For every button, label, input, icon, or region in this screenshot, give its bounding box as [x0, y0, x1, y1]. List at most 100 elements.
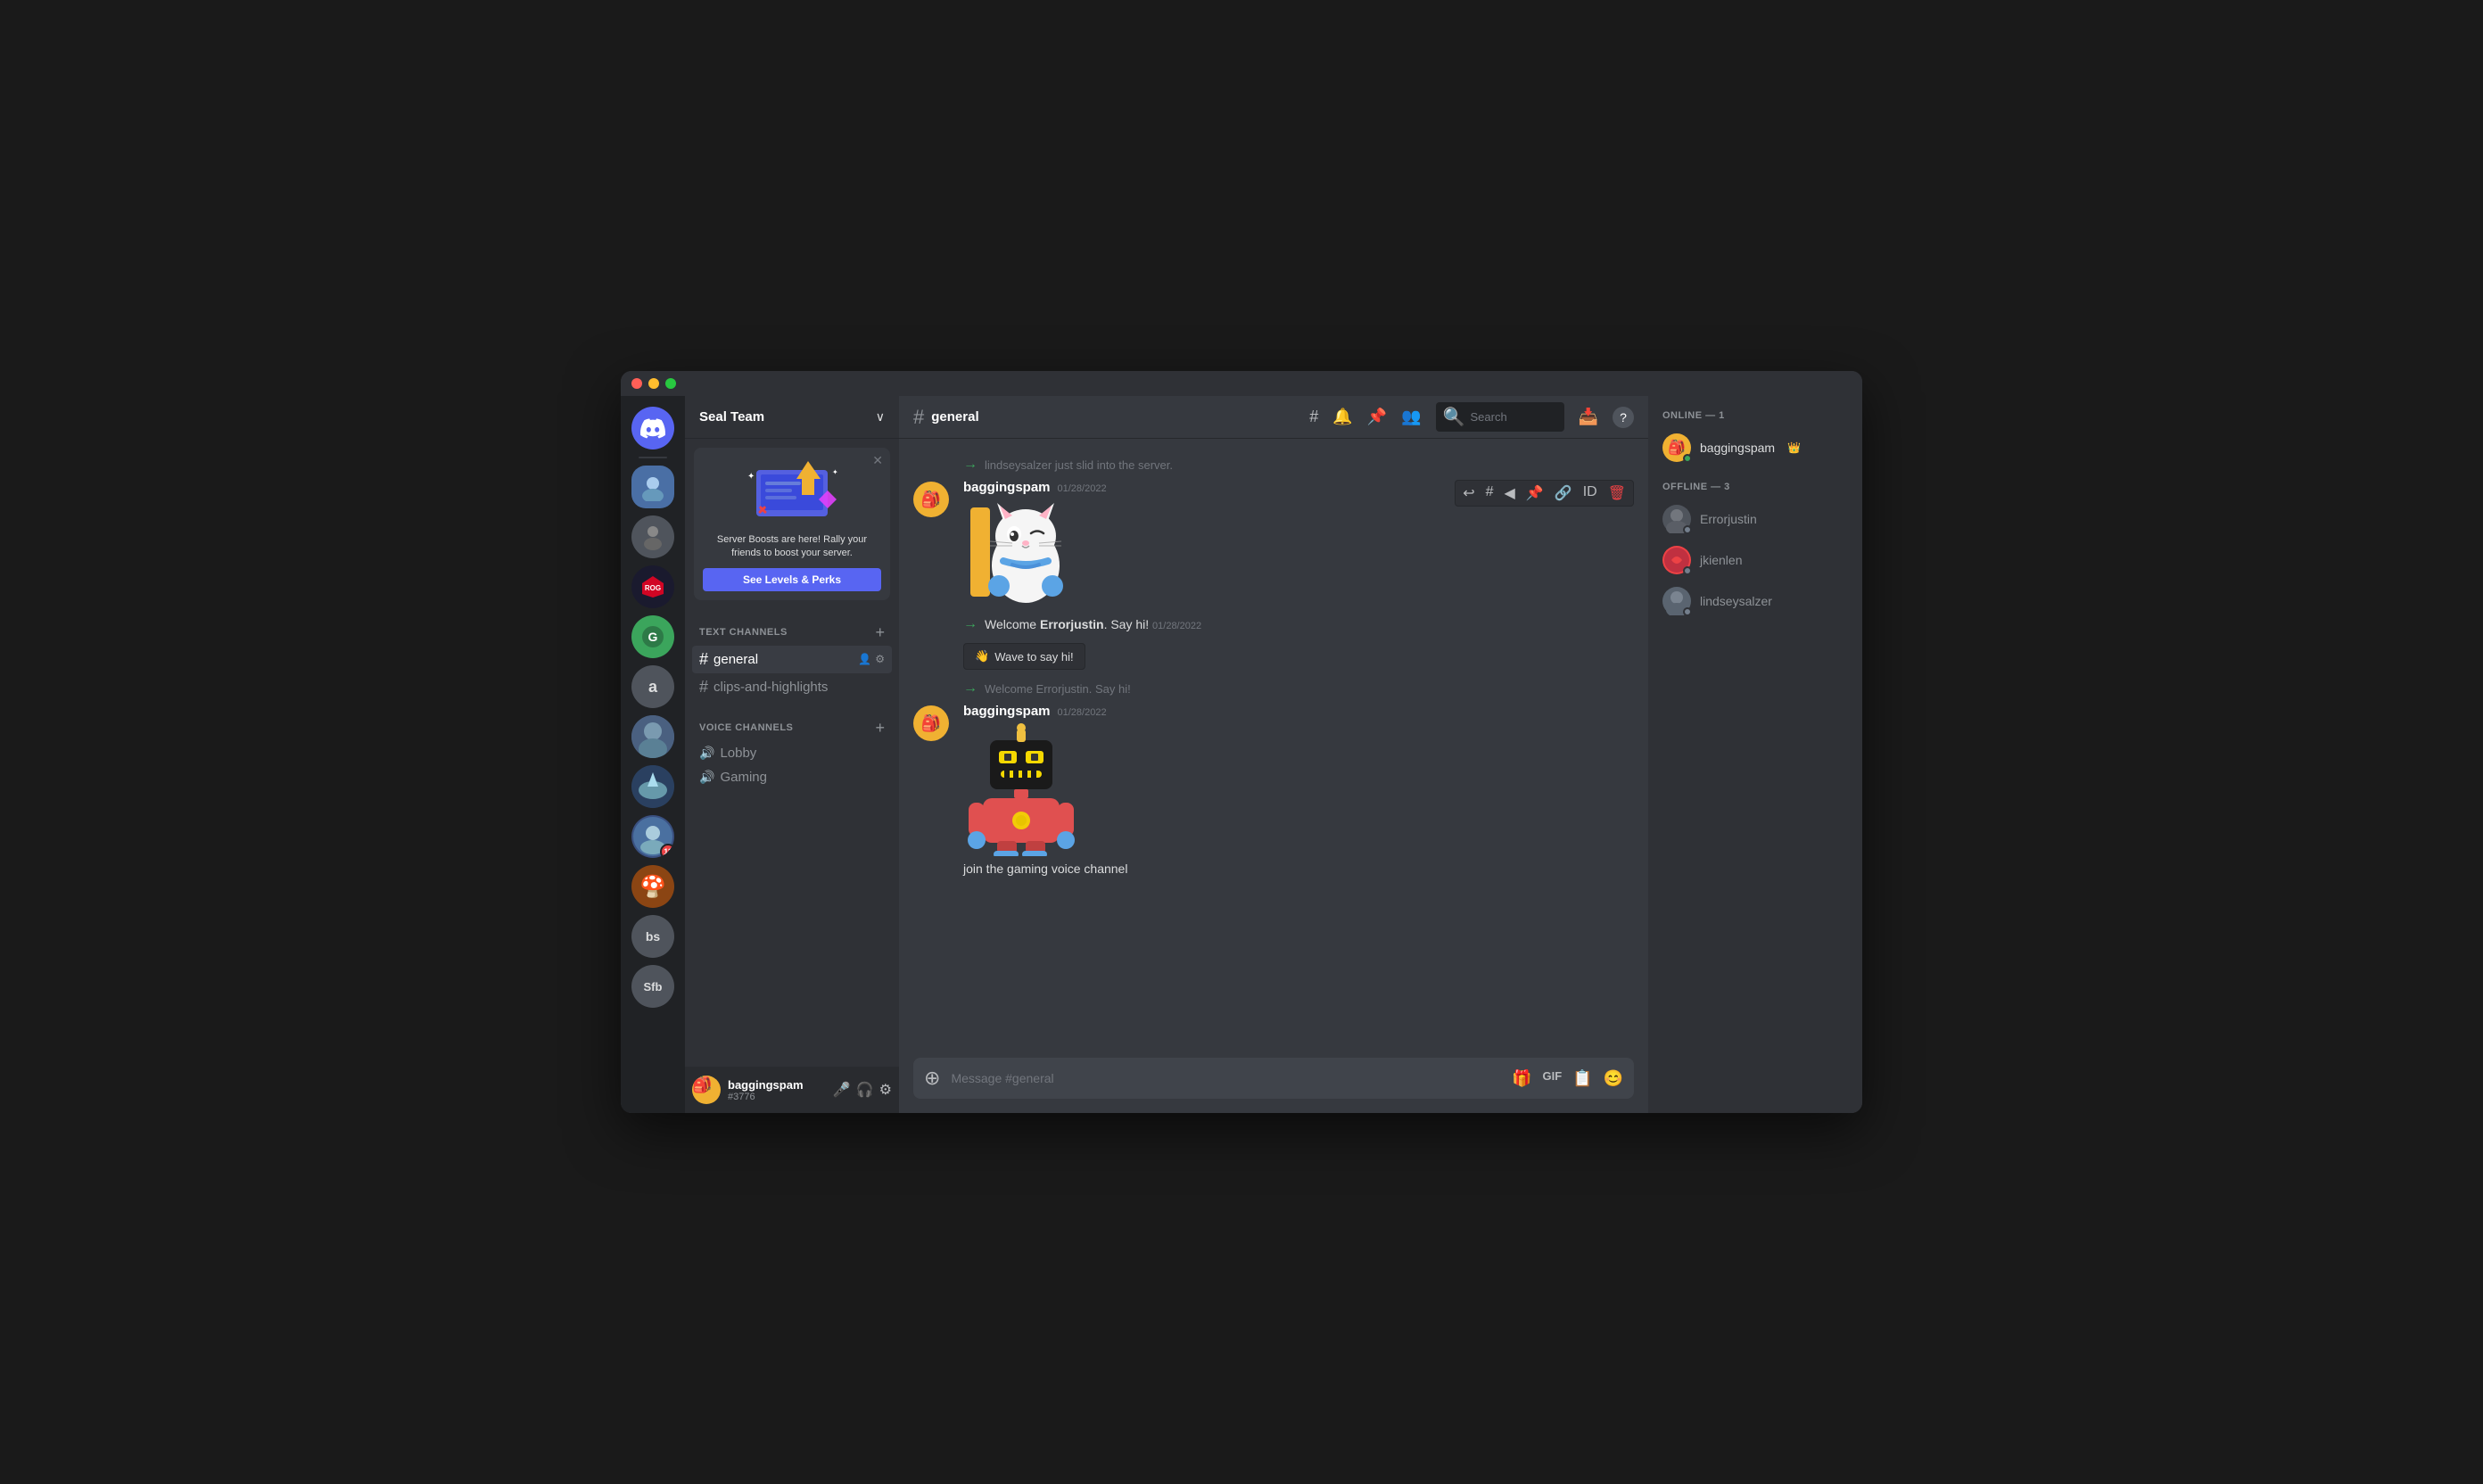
hash-icon-2: # — [699, 678, 708, 697]
id-icon[interactable]: ID — [1580, 482, 1601, 504]
system-message-join: → lindseysalzer just slid into the serve… — [899, 453, 1648, 476]
wave-button[interactable]: 👋 Wave to say hi! — [963, 643, 1085, 670]
system-message-text: lindseysalzer just slid into the server. — [985, 458, 1173, 472]
server-header[interactable]: Seal Team ∨ — [685, 396, 899, 439]
boost-banner-close[interactable]: ✕ — [872, 453, 883, 468]
reaction-icon[interactable]: ◀ — [1501, 482, 1519, 504]
user-panel: 🎒 baggingspam #3776 🎤 🎧 ⚙ — [685, 1067, 899, 1113]
headphone-icon[interactable]: 🎧 — [856, 1081, 874, 1099]
add-voice-channel-button[interactable]: + — [875, 719, 885, 738]
user-avatar[interactable]: 🎒 — [692, 1076, 721, 1104]
message-avatar-1[interactable]: 🎒 — [913, 482, 949, 517]
member-item-lindseysalzer[interactable]: lindseysalzer — [1655, 581, 1855, 621]
server-divider — [639, 457, 667, 458]
minimize-button[interactable] — [648, 378, 659, 389]
member-name-jkienlen: jkienlen — [1700, 553, 1742, 567]
speaker-icon-lobby: 🔊 — [699, 746, 714, 761]
pin-icon[interactable]: 📌 — [1367, 408, 1387, 426]
pin-hover-icon[interactable]: 📌 — [1522, 482, 1547, 504]
add-content-button[interactable]: ⊕ — [924, 1067, 940, 1090]
emoji-icon[interactable]: 😊 — [1604, 1069, 1623, 1088]
header-actions: # 🔔 📌 👥 🔍 📥 ? — [1309, 402, 1634, 432]
main-content: # general # 🔔 📌 👥 🔍 📥 ? — [899, 396, 1648, 1113]
svg-text:✦: ✦ — [747, 472, 755, 482]
server-icon-bs[interactable]: bs — [631, 915, 674, 958]
link-icon[interactable]: 🔗 — [1551, 482, 1576, 504]
text-channels-label: TEXT CHANNELS — [699, 627, 788, 638]
svg-text:G: G — [648, 630, 658, 644]
maximize-button[interactable] — [665, 378, 676, 389]
member-name-lindseysalzer: lindseysalzer — [1700, 594, 1772, 608]
settings-icon[interactable]: ⚙ — [875, 653, 885, 665]
notifications-icon[interactable]: 🔔 — [1332, 408, 1352, 426]
channel-item-gaming[interactable]: 🔊 Gaming — [692, 765, 892, 789]
message-content-2: baggingspam 01/28/2022 — [963, 704, 1634, 878]
boost-banner-text: Server Boosts are here! Rally your frien… — [703, 533, 881, 561]
server-icon-2[interactable] — [631, 515, 674, 558]
welcome-message: → Welcome Errorjustin. Say hi! 01/28/202… — [899, 609, 1648, 677]
channel-item-general[interactable]: # general 👤 ⚙ — [692, 646, 892, 673]
delete-icon[interactable]: 🗑 — [1604, 482, 1629, 504]
add-member-icon[interactable]: 👤 — [858, 653, 871, 665]
thread-icon[interactable]: # — [1482, 482, 1497, 504]
channel-name-clips: clips-and-highlights — [714, 680, 828, 695]
threads-icon[interactable]: # — [1309, 408, 1318, 426]
add-text-channel-button[interactable]: + — [875, 623, 885, 642]
voice-channels-header: VOICE CHANNELS + — [692, 719, 892, 738]
help-icon[interactable]: ? — [1613, 407, 1634, 428]
see-levels-perks-button[interactable]: See Levels & Perks — [703, 568, 881, 591]
chevron-down-icon: ∨ — [876, 409, 885, 425]
channel-header-name: # general — [913, 406, 979, 429]
user-tag: #3776 — [728, 1092, 826, 1102]
message-input-wrapper: ⊕ 🎁 GIF 📋 😊 — [913, 1058, 1634, 1099]
server-name: Seal Team — [699, 409, 764, 425]
messages-area: → lindseysalzer just slid into the serve… — [899, 439, 1648, 1058]
hash-icon: # — [699, 650, 708, 669]
channel-item-clips[interactable]: # clips-and-highlights — [692, 673, 892, 701]
online-section-label: ONLINE — 1 — [1655, 410, 1855, 421]
wave-button-label: Wave to say hi! — [994, 650, 1073, 664]
offline-status-2 — [1683, 525, 1692, 534]
offline-section: OFFLINE — 3 Errorjustin — [1655, 482, 1855, 621]
message-input[interactable] — [951, 1071, 1501, 1085]
channel-name-general: general — [714, 652, 758, 667]
member-item-jkienlen[interactable]: jkienlen — [1655, 540, 1855, 580]
gift-icon[interactable]: 🎁 — [1512, 1069, 1531, 1088]
server-icon-green[interactable]: G — [631, 615, 674, 658]
sticker-icon[interactable]: 📋 — [1572, 1069, 1592, 1088]
message-author-2: baggingspam — [963, 704, 1051, 719]
cat-sticker — [963, 499, 1070, 606]
message-avatar-2[interactable]: 🎒 — [913, 705, 949, 741]
inbox-icon[interactable]: 📥 — [1579, 408, 1598, 426]
member-avatar-wrap-3 — [1662, 546, 1691, 574]
search-input[interactable] — [1470, 410, 1559, 424]
server-icon-rog[interactable]: ROG — [631, 565, 674, 608]
user-name: baggingspam — [728, 1078, 826, 1092]
channel-item-lobby[interactable]: 🔊 Lobby — [692, 741, 892, 765]
gif-icon[interactable]: GIF — [1542, 1069, 1562, 1088]
reply-icon[interactable]: ↩ — [1459, 482, 1478, 504]
server-icon-shark[interactable] — [631, 765, 674, 808]
member-name-baggingspam: baggingspam — [1700, 441, 1775, 455]
offline-status-4 — [1683, 607, 1692, 616]
member-avatar-wrap-4 — [1662, 587, 1691, 615]
server-icon-a[interactable]: a — [631, 665, 674, 708]
server-icon-mushroom[interactable]: 🍄 — [631, 865, 674, 908]
server-icon-seal-team[interactable] — [631, 466, 674, 508]
channel-sidebar: Seal Team ∨ ✕ — [685, 396, 899, 1113]
member-item-errorjustin[interactable]: Errorjustin — [1655, 499, 1855, 539]
voice-channels-section: VOICE CHANNELS + 🔊 Lobby 🔊 Gaming — [685, 705, 899, 793]
channel-name-gaming: Gaming — [720, 770, 767, 785]
settings-icon[interactable]: ⚙ — [879, 1081, 892, 1099]
voice-channels-label: VOICE CHANNELS — [699, 722, 793, 733]
close-button[interactable] — [631, 378, 642, 389]
server-icon-blue[interactable]: 11 — [631, 815, 674, 858]
server-icon-5[interactable] — [631, 715, 674, 758]
members-icon[interactable]: 👥 — [1401, 408, 1421, 426]
server-icon-sfb[interactable]: Sfb — [631, 965, 674, 1008]
search-bar[interactable]: 🔍 — [1436, 402, 1564, 432]
member-item-baggingspam[interactable]: 🎒 baggingspam 👑 — [1655, 428, 1855, 467]
microphone-icon[interactable]: 🎤 — [833, 1081, 851, 1099]
notification-badge: 11 — [660, 844, 674, 858]
discord-home-icon[interactable] — [631, 407, 674, 449]
